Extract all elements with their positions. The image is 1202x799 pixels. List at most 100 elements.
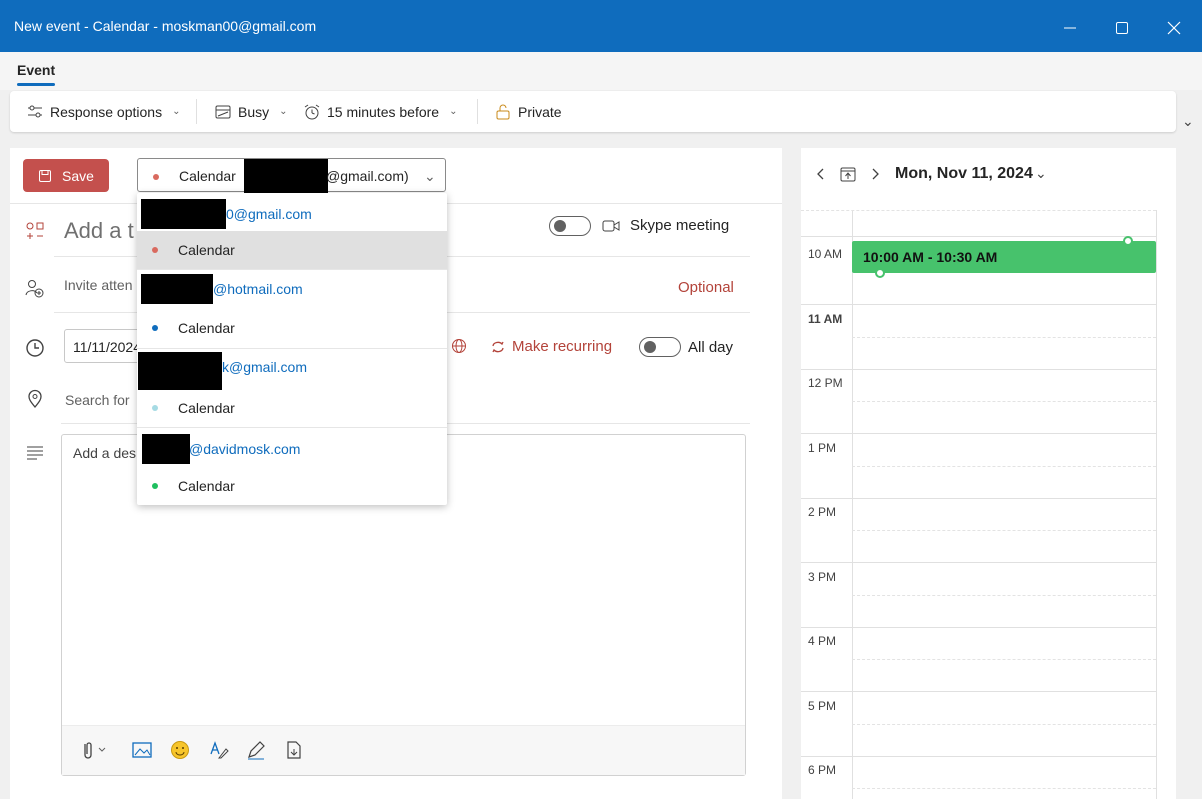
redacted-block (138, 352, 222, 390)
calendar-option-label: Calendar (178, 242, 235, 258)
redacted-block (142, 434, 190, 464)
make-recurring-label: Make recurring (512, 338, 613, 355)
calendar-option-label: Calendar (178, 478, 235, 494)
dropdown-calendar-option[interactable]: Calendar (137, 467, 447, 505)
emoji-icon[interactable] (170, 740, 190, 763)
title-bar: New event - Calendar - moskman00@gmail.c… (0, 0, 1202, 52)
dropdown-account-email: @hotmail.com (213, 281, 303, 297)
start-date-value: 11/11/2024 (73, 339, 141, 355)
private-button[interactable]: Private (494, 91, 562, 132)
text-format-icon[interactable] (209, 740, 229, 763)
hour-label: 4 PM (808, 634, 837, 648)
all-day-toggle[interactable] (639, 337, 681, 357)
save-button[interactable]: Save (23, 159, 109, 192)
resize-handle-top[interactable] (1123, 236, 1133, 246)
invite-attendees-input[interactable]: Invite atten (64, 277, 133, 293)
half-hour-line (801, 210, 1156, 211)
hour-line (801, 304, 1156, 305)
chevron-left-icon (817, 168, 824, 180)
calendar-select[interactable]: Calendar @gmail.com) ⌄ (137, 158, 446, 193)
grid-right-edge (1156, 210, 1157, 799)
dropdown-calendar-option[interactable]: Calendar (137, 231, 447, 269)
video-camera-icon (602, 220, 620, 231)
hour-label: 5 PM (808, 699, 837, 713)
people-add-icon (24, 278, 46, 303)
dropdown-calendar-option[interactable]: Calendar (137, 309, 447, 347)
optional-link[interactable]: Optional (678, 279, 734, 296)
new-event-block[interactable]: 10:00 AM - 10:30 AM (852, 236, 1156, 278)
hour-line (801, 691, 1156, 692)
hour-label: 2 PM (808, 505, 837, 519)
time-column-divider (852, 210, 853, 799)
dropdown-account-email: 0@gmail.com (226, 206, 312, 222)
insert-document-icon[interactable] (284, 740, 304, 763)
hour-label: 1 PM (808, 441, 837, 455)
text-lines-icon (24, 444, 46, 463)
toggle-knob (644, 341, 656, 353)
close-button[interactable] (1162, 16, 1186, 40)
calendar-color-dot (152, 405, 158, 411)
dropdown-divider (137, 269, 447, 270)
calendar-color-dot (153, 174, 159, 180)
chevron-down-icon: ⌄ (449, 106, 458, 117)
minimize-button[interactable] (1058, 16, 1082, 40)
location-search-input[interactable]: Search for (65, 392, 130, 408)
chevron-right-icon (872, 168, 879, 180)
reminder-label: 15 minutes before (327, 103, 440, 120)
chevron-down-icon[interactable]: ⌄ (1035, 165, 1047, 182)
calendar-select-label: Calendar (179, 168, 236, 184)
day-time-grid[interactable]: 10 AM 11 AM 12 PM 1 PM 2 PM 3 PM 4 PM 5 … (801, 210, 1157, 799)
hour-label: 11 AM (808, 312, 843, 326)
clock-icon (24, 337, 46, 362)
resize-handle-bottom[interactable] (875, 268, 885, 278)
go-to-today-button[interactable] (839, 165, 857, 186)
ribbon-expand-button[interactable]: ⌄ (1182, 113, 1194, 130)
half-hour-line (852, 659, 1156, 660)
alarm-clock-icon (304, 104, 320, 119)
calendar-option-label: Calendar (178, 400, 235, 416)
hour-label: 10 AM (808, 247, 843, 261)
reminder-button[interactable]: 15 minutes before ⌄ (303, 91, 457, 132)
attach-paperclip-icon[interactable] (80, 740, 110, 763)
calendar-option-label: Calendar (178, 320, 235, 336)
timezone-globe-icon[interactable] (451, 338, 467, 357)
ribbon-tabs: Event (0, 52, 1202, 90)
response-options-button[interactable]: Response options ⌄ (26, 91, 180, 132)
skype-toggle[interactable] (549, 216, 591, 236)
hour-line (801, 756, 1156, 757)
dropdown-account-email: @davidmosk.com (189, 441, 301, 457)
dropdown-divider (137, 348, 447, 349)
dropdown-divider (137, 427, 447, 428)
calendar-color-dot (152, 247, 158, 253)
insert-image-icon[interactable] (132, 740, 152, 763)
hour-label: 3 PM (808, 570, 837, 584)
next-day-button[interactable] (869, 166, 881, 185)
hour-label: 6 PM (808, 763, 837, 777)
calendar-today-icon (840, 167, 856, 182)
title-input[interactable]: Add a t (64, 218, 134, 244)
tab-event[interactable]: Event (17, 62, 55, 78)
busy-label: Busy (238, 103, 270, 120)
busy-button[interactable]: Busy ⌄ (214, 91, 288, 132)
ribbon-toolbar: Response options ⌄ Busy ⌄ 15 minutes bef… (10, 91, 1176, 132)
draw-pen-icon[interactable] (246, 740, 266, 763)
dropdown-calendar-option[interactable]: Calendar (137, 389, 447, 427)
redacted-block (141, 274, 213, 304)
make-recurring-button[interactable]: Make recurring (490, 338, 612, 355)
hour-line (801, 236, 1156, 237)
hour-line (801, 498, 1156, 499)
day-view-panel: Mon, Nov 11, 2024 ⌄ 10 AM 11 AM 12 PM 1 … (801, 148, 1176, 799)
half-hour-line (852, 595, 1156, 596)
all-day-label: All day (688, 339, 734, 356)
chevron-down-icon: ⌄ (424, 168, 436, 184)
half-hour-line (852, 337, 1156, 338)
maximize-button[interactable] (1110, 16, 1134, 40)
hour-label: 12 PM (808, 376, 843, 390)
title-icon (24, 220, 46, 245)
half-hour-line (852, 401, 1156, 402)
previous-day-button[interactable] (815, 166, 827, 185)
chevron-down-icon: ⌄ (279, 106, 288, 117)
toolbar-divider (477, 99, 478, 124)
close-icon (1167, 21, 1181, 35)
day-view-date[interactable]: Mon, Nov 11, 2024 (895, 165, 1033, 183)
